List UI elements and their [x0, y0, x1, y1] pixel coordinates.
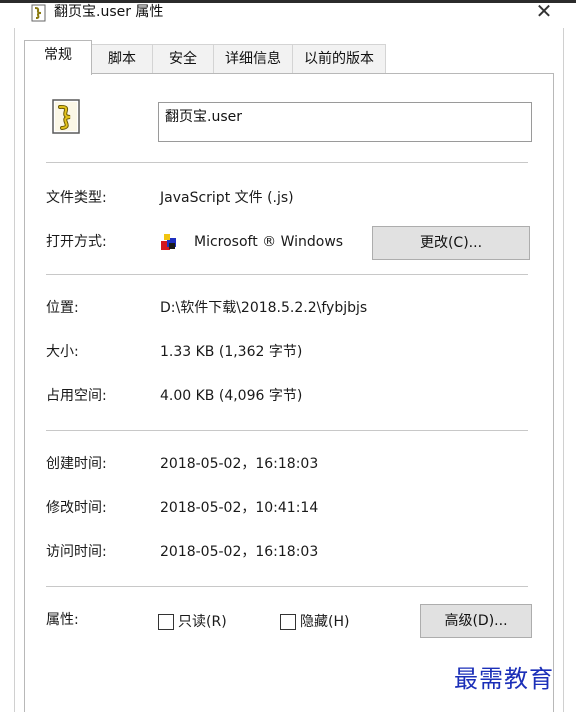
attributes-label: 属性:: [46, 612, 79, 628]
size-value: 1.33 KB (1,362 字节): [160, 344, 303, 360]
separator: [46, 430, 528, 431]
modified-value: 2018-05-02，10:41:14: [160, 500, 319, 516]
dialog-right-edge: [563, 28, 564, 712]
dialog-left-edge: [14, 28, 15, 712]
tab-security[interactable]: 安全: [152, 44, 214, 74]
hidden-label[interactable]: 隐藏(H): [300, 612, 349, 632]
open-with-label: 打开方式:: [46, 234, 107, 250]
watermark-text: 最需教育: [454, 665, 554, 693]
title-bar: 翻页宝.user 属性 ✕: [0, 0, 576, 29]
tab-details[interactable]: 详细信息: [213, 44, 293, 74]
close-icon: ✕: [535, 0, 553, 23]
readonly-label[interactable]: 只读(R): [178, 612, 227, 632]
modified-label: 修改时间:: [46, 500, 107, 516]
window-title: 翻页宝.user 属性: [54, 4, 164, 20]
accessed-value: 2018-05-02，16:18:03: [160, 544, 319, 560]
hidden-checkbox[interactable]: [280, 614, 296, 630]
file-type-value: JavaScript 文件 (.js): [160, 190, 294, 206]
script-file-icon: [52, 99, 80, 134]
disk-size-label: 占用空间:: [46, 388, 107, 404]
advanced-button[interactable]: 高级(D)...: [420, 604, 532, 638]
windows-script-host-icon: [161, 234, 176, 250]
separator: [46, 586, 528, 587]
separator: [46, 162, 528, 163]
file-type-label: 文件类型:: [46, 190, 107, 206]
created-label: 创建时间:: [46, 456, 107, 472]
open-with-value: Microsoft ® Windows: [194, 234, 344, 250]
separator: [46, 274, 528, 275]
change-button[interactable]: 更改(C)...: [372, 226, 530, 260]
size-label: 大小:: [46, 344, 79, 360]
disk-size-value: 4.00 KB (4,096 字节): [160, 388, 303, 404]
readonly-checkbox[interactable]: [158, 614, 174, 630]
tab-general[interactable]: 常规: [24, 40, 92, 75]
location-label: 位置:: [46, 300, 79, 316]
tab-previous-versions[interactable]: 以前的版本: [292, 44, 386, 74]
script-file-icon: [31, 4, 46, 22]
created-value: 2018-05-02，16:18:03: [160, 456, 319, 472]
file-name-input[interactable]: [158, 102, 532, 142]
location-value: D:\软件下载\2018.5.2.2\fybjbjs: [160, 300, 368, 316]
close-button[interactable]: ✕: [530, 0, 558, 23]
accessed-label: 访问时间:: [46, 544, 107, 560]
tab-script[interactable]: 脚本: [91, 44, 153, 74]
